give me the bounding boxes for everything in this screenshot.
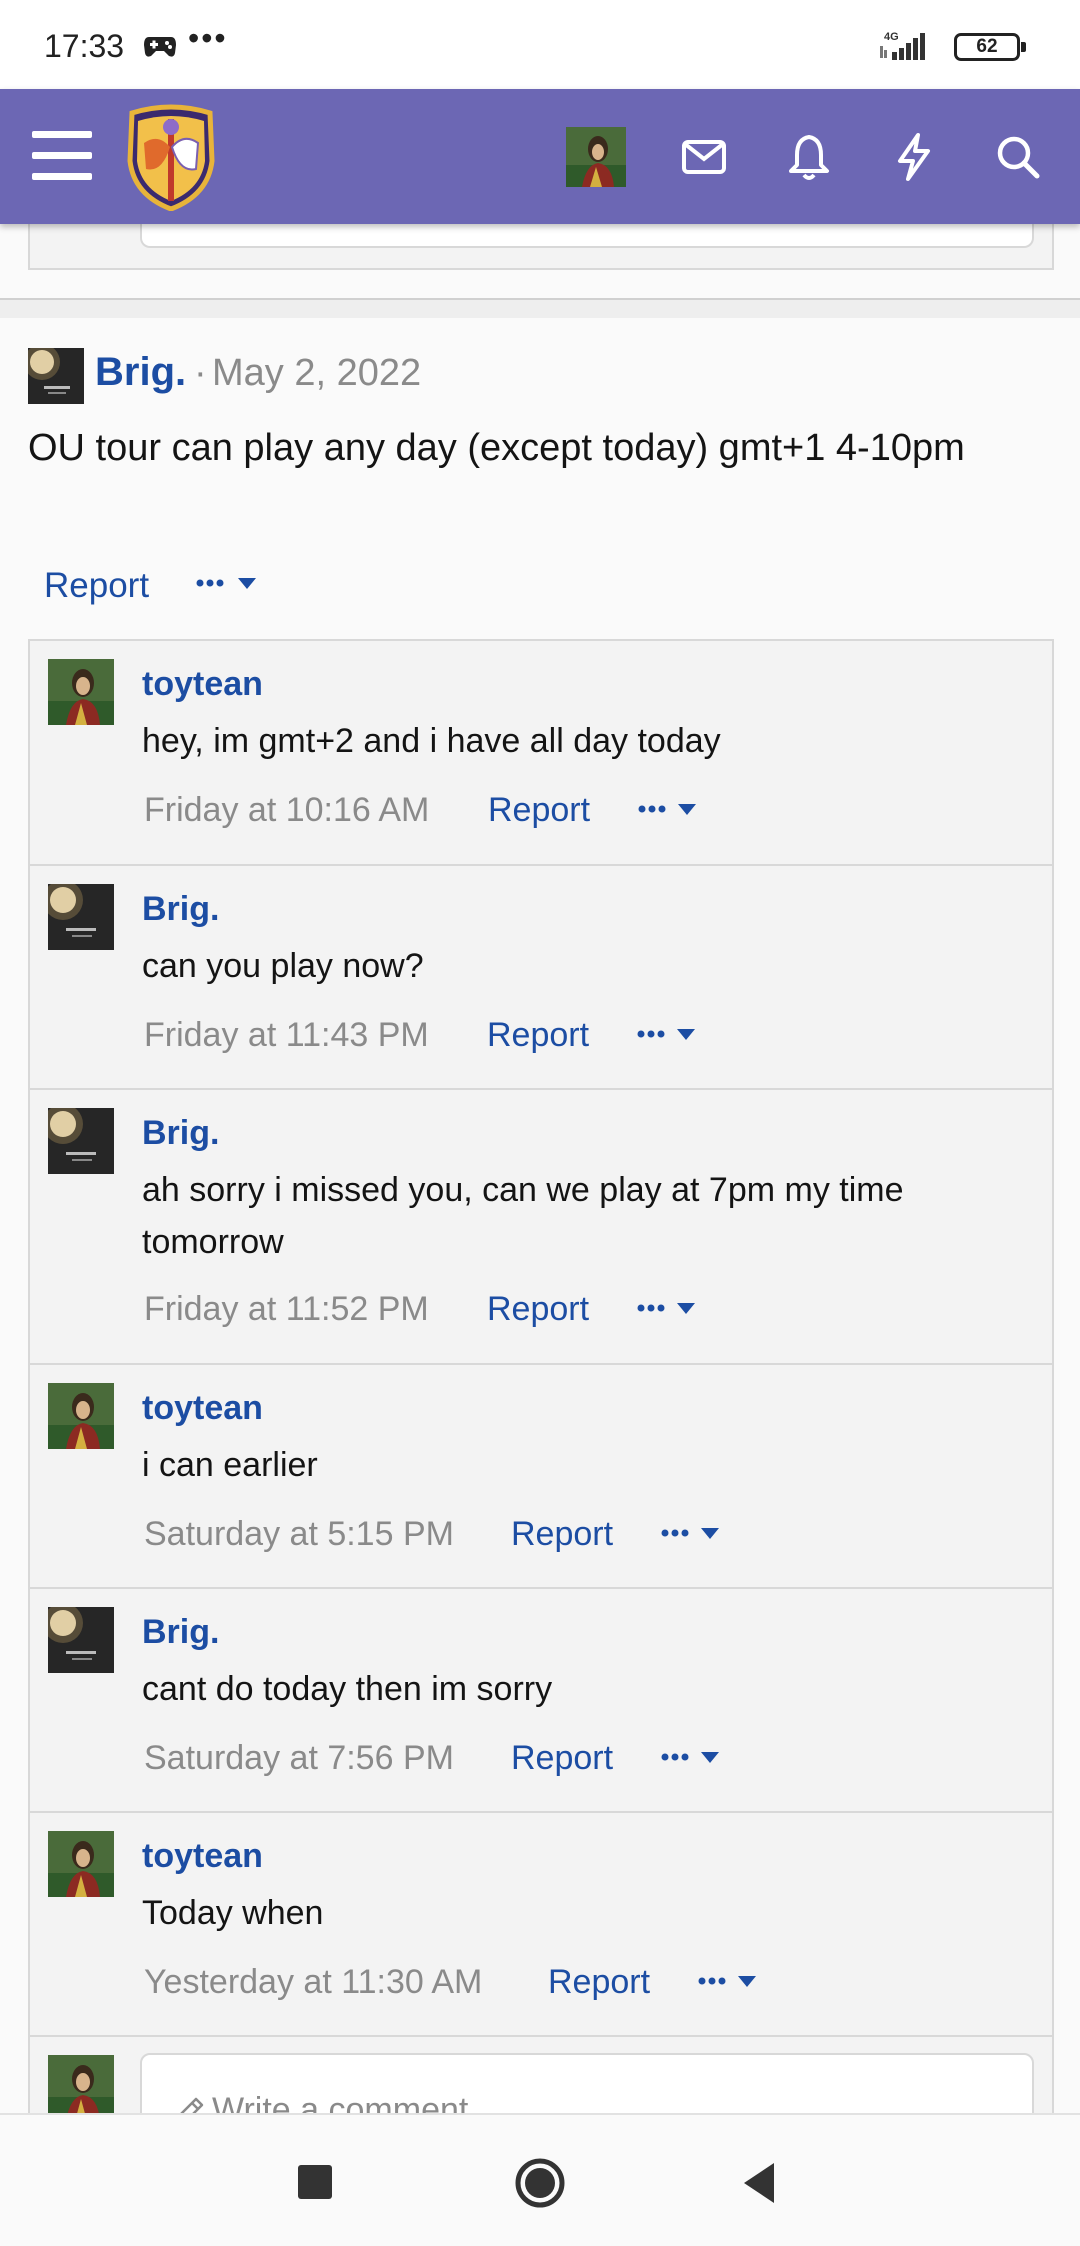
comment-author[interactable]: toytean <box>142 1837 263 1876</box>
home-circle-icon[interactable] <box>510 2155 570 2211</box>
signal-icon: 4G <box>880 31 925 60</box>
avatar-current-user[interactable] <box>48 2055 114 2121</box>
avatar-toytean[interactable] <box>48 659 114 725</box>
comment-item: Brig. cant do today then im sorry Saturd… <box>30 1589 1052 1813</box>
comment-text: i can earlier <box>142 1446 318 1484</box>
comment-time[interactable]: Friday at 11:52 PM <box>144 1290 429 1329</box>
post-body: OU tour can play any day (except today) … <box>28 427 965 469</box>
comment-author[interactable]: toytean <box>142 665 263 704</box>
comment-text: Today when <box>142 1894 324 1932</box>
comment-item: toytean i can earlier Saturday at 5:15 P… <box>30 1365 1052 1589</box>
comment-text: hey, im gmt+2 and i have all day today <box>142 722 721 760</box>
comment-more-menu-icon[interactable] <box>661 1520 727 1546</box>
comment-more-menu-icon[interactable] <box>698 1968 764 1994</box>
comment-time[interactable]: Saturday at 7:56 PM <box>144 1739 454 1778</box>
avatar-toytean[interactable] <box>48 1831 114 1897</box>
avatar-brig[interactable] <box>48 884 114 950</box>
comments-list: toytean hey, im gmt+2 and i have all day… <box>28 639 1054 2159</box>
battery-icon: 62 <box>954 33 1026 61</box>
comment-more-menu-icon[interactable] <box>637 1021 703 1047</box>
comment-report-link[interactable]: Report <box>487 1290 589 1329</box>
author-avatar-brig[interactable] <box>28 348 84 404</box>
avatar-brig[interactable] <box>48 1607 114 1673</box>
status-time: 17:33 <box>44 28 125 64</box>
comment-author[interactable]: Brig. <box>142 1114 219 1153</box>
comment-text: cant do today then im sorry <box>142 1670 553 1708</box>
site-logo[interactable] <box>124 103 218 211</box>
comment-more-menu-icon[interactable] <box>638 796 704 822</box>
status-overflow-dots: ••• <box>188 20 228 56</box>
svg-text:4G: 4G <box>884 31 899 43</box>
post-more-menu-icon[interactable] <box>196 568 262 598</box>
comment-time[interactable]: Friday at 11:43 PM <box>144 1016 429 1055</box>
comment-time[interactable]: Yesterday at 11:30 AM <box>144 1963 482 2002</box>
user-avatar[interactable] <box>566 127 626 187</box>
comment-report-link[interactable]: Report <box>511 1739 613 1778</box>
comment-author[interactable]: toytean <box>142 1389 263 1428</box>
comment-more-menu-icon[interactable] <box>637 1295 703 1321</box>
gamepad-icon <box>144 37 176 57</box>
comment-more-menu-icon[interactable] <box>661 1744 727 1770</box>
app-header <box>0 89 1080 224</box>
post-separator <box>0 298 1080 318</box>
post-author[interactable]: Brig. <box>95 350 186 395</box>
recents-square-icon[interactable] <box>286 2155 346 2211</box>
mail-icon[interactable] <box>676 129 732 185</box>
avatar-brig[interactable] <box>48 1108 114 1174</box>
avatar-toytean[interactable] <box>48 1383 114 1449</box>
post-date-separator: · <box>194 352 207 394</box>
comment-text: ah sorry i missed you, can we play at 7p… <box>142 1171 904 1261</box>
bell-icon[interactable] <box>781 129 837 185</box>
comment-author[interactable]: Brig. <box>142 1613 219 1652</box>
post-date[interactable]: May 2, 2022 <box>212 352 421 395</box>
comment-report-link[interactable]: Report <box>488 791 590 830</box>
search-icon[interactable] <box>990 129 1046 185</box>
comment-author[interactable]: Brig. <box>142 890 219 929</box>
bolt-icon[interactable] <box>886 129 942 185</box>
system-nav-bar <box>0 2113 1080 2246</box>
status-bar: 17:33 ••• 4G 62 <box>0 0 1080 89</box>
comment-item: Brig. can you play now? Friday at 11:43 … <box>30 866 1052 1090</box>
comment-report-link[interactable]: Report <box>511 1515 613 1554</box>
comment-time[interactable]: Friday at 10:16 AM <box>144 791 429 830</box>
comment-text: can you play now? <box>142 947 424 985</box>
menu-icon[interactable] <box>32 131 92 181</box>
comment-report-link[interactable]: Report <box>548 1963 650 2002</box>
post-report-link[interactable]: Report <box>44 566 149 606</box>
comment-item: toytean Today when Yesterday at 11:30 AM… <box>30 1813 1052 2037</box>
back-triangle-icon[interactable] <box>730 2155 790 2211</box>
comment-report-link[interactable]: Report <box>487 1016 589 1055</box>
comment-item: Brig. ah sorry i missed you, can we play… <box>30 1090 1052 1365</box>
comment-item: toytean hey, im gmt+2 and i have all day… <box>30 641 1052 866</box>
comment-time[interactable]: Saturday at 5:15 PM <box>144 1515 454 1554</box>
